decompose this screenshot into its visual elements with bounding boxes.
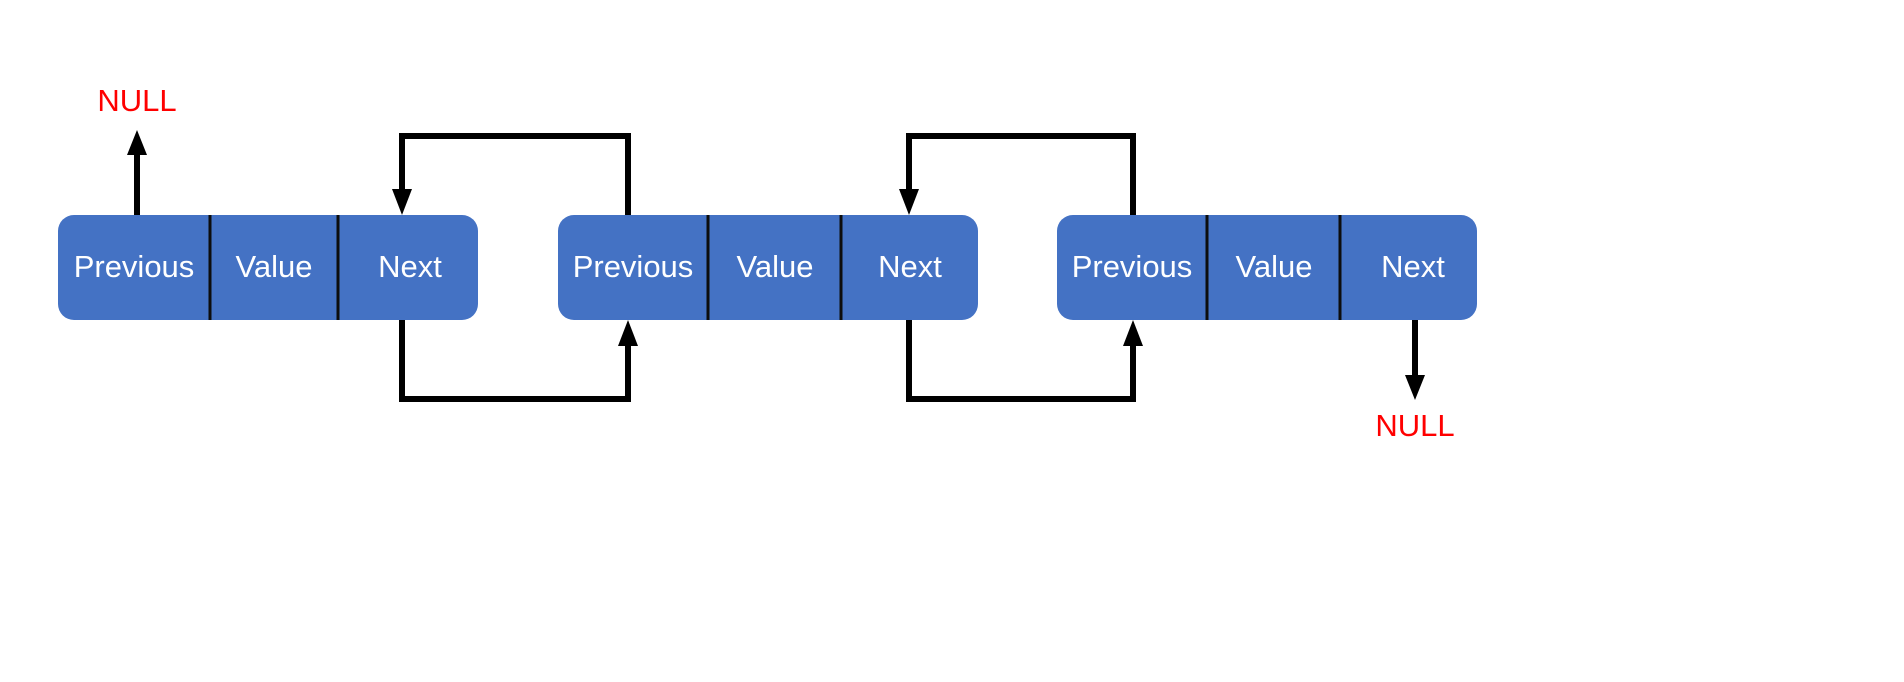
previous-pointer-node2-to-node1	[392, 133, 631, 215]
doubly-linked-list-diagram: Previous Value Next Previous Value Next …	[0, 0, 1904, 682]
node-2-previous-label: Previous	[573, 249, 694, 284]
tail-null-label: NULL	[1375, 408, 1454, 443]
tail-null-arrowhead	[1405, 375, 1425, 400]
node-2-value-label: Value	[737, 249, 814, 284]
node-2[interactable]: Previous Value Next	[558, 215, 978, 320]
prev-2-1-arrowhead	[392, 189, 412, 215]
node-3[interactable]: Previous Value Next	[1057, 215, 1477, 320]
previous-pointer-node3-to-node2	[899, 133, 1136, 215]
node-3-value-label: Value	[1236, 249, 1313, 284]
prev-2-1-path	[399, 133, 631, 215]
next-2-3-path	[906, 320, 1136, 402]
next-2-3-arrowhead	[1123, 320, 1143, 346]
next-pointer-node2-to-node3	[906, 320, 1143, 402]
node-1[interactable]: Previous Value Next	[58, 215, 478, 320]
next-1-2-arrowhead	[618, 320, 638, 346]
head-null-label: NULL	[97, 83, 176, 118]
head-null-pointer	[127, 130, 147, 215]
tail-null-pointer	[1405, 320, 1425, 400]
node-1-previous-label: Previous	[74, 249, 195, 284]
head-null-arrowhead	[127, 130, 147, 155]
node-3-next-label: Next	[1381, 249, 1445, 284]
prev-3-2-arrowhead	[899, 189, 919, 215]
node-1-next-label: Next	[378, 249, 442, 284]
diagram-canvas: Previous Value Next Previous Value Next …	[58, 83, 1477, 443]
node-2-next-label: Next	[878, 249, 942, 284]
next-1-2-path	[399, 320, 631, 402]
node-1-value-label: Value	[236, 249, 313, 284]
next-pointer-node1-to-node2	[399, 320, 638, 402]
node-3-previous-label: Previous	[1072, 249, 1193, 284]
prev-3-2-path	[906, 133, 1136, 215]
